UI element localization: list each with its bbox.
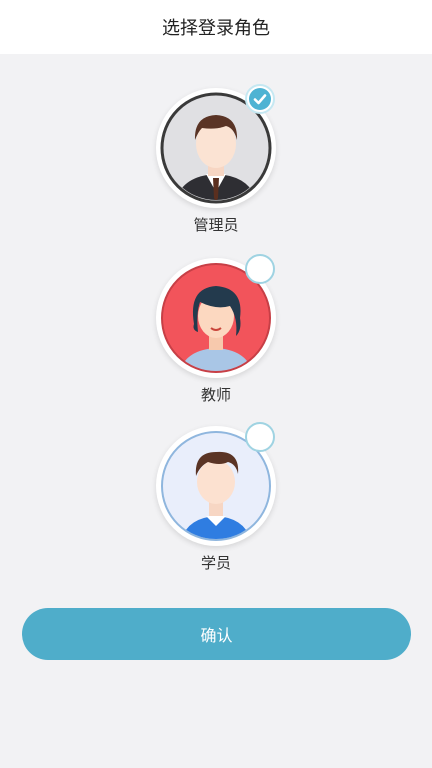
- role-student[interactable]: 学员: [0, 422, 432, 591]
- role-admin-label: 管理员: [193, 216, 239, 234]
- role-student-checkbox[interactable]: [245, 422, 275, 452]
- page-title: 选择登录角色: [162, 18, 270, 39]
- role-teacher-label: 教师: [200, 386, 231, 404]
- role-teacher-avatar-wrap[interactable]: [156, 254, 276, 378]
- role-student-label: 学员: [200, 554, 231, 572]
- role-student-avatar-wrap[interactable]: [156, 422, 276, 546]
- role-teacher-checkbox[interactable]: [245, 254, 275, 284]
- page-header: 选择登录角色: [0, 0, 432, 54]
- role-admin[interactable]: 管理员: [0, 84, 432, 253]
- role-teacher[interactable]: 教师: [0, 254, 432, 423]
- role-admin-checkbox[interactable]: [245, 84, 275, 114]
- role-admin-avatar-wrap[interactable]: [156, 84, 276, 208]
- check-mark-icon: [249, 88, 271, 110]
- confirm-button[interactable]: 确认: [22, 608, 411, 660]
